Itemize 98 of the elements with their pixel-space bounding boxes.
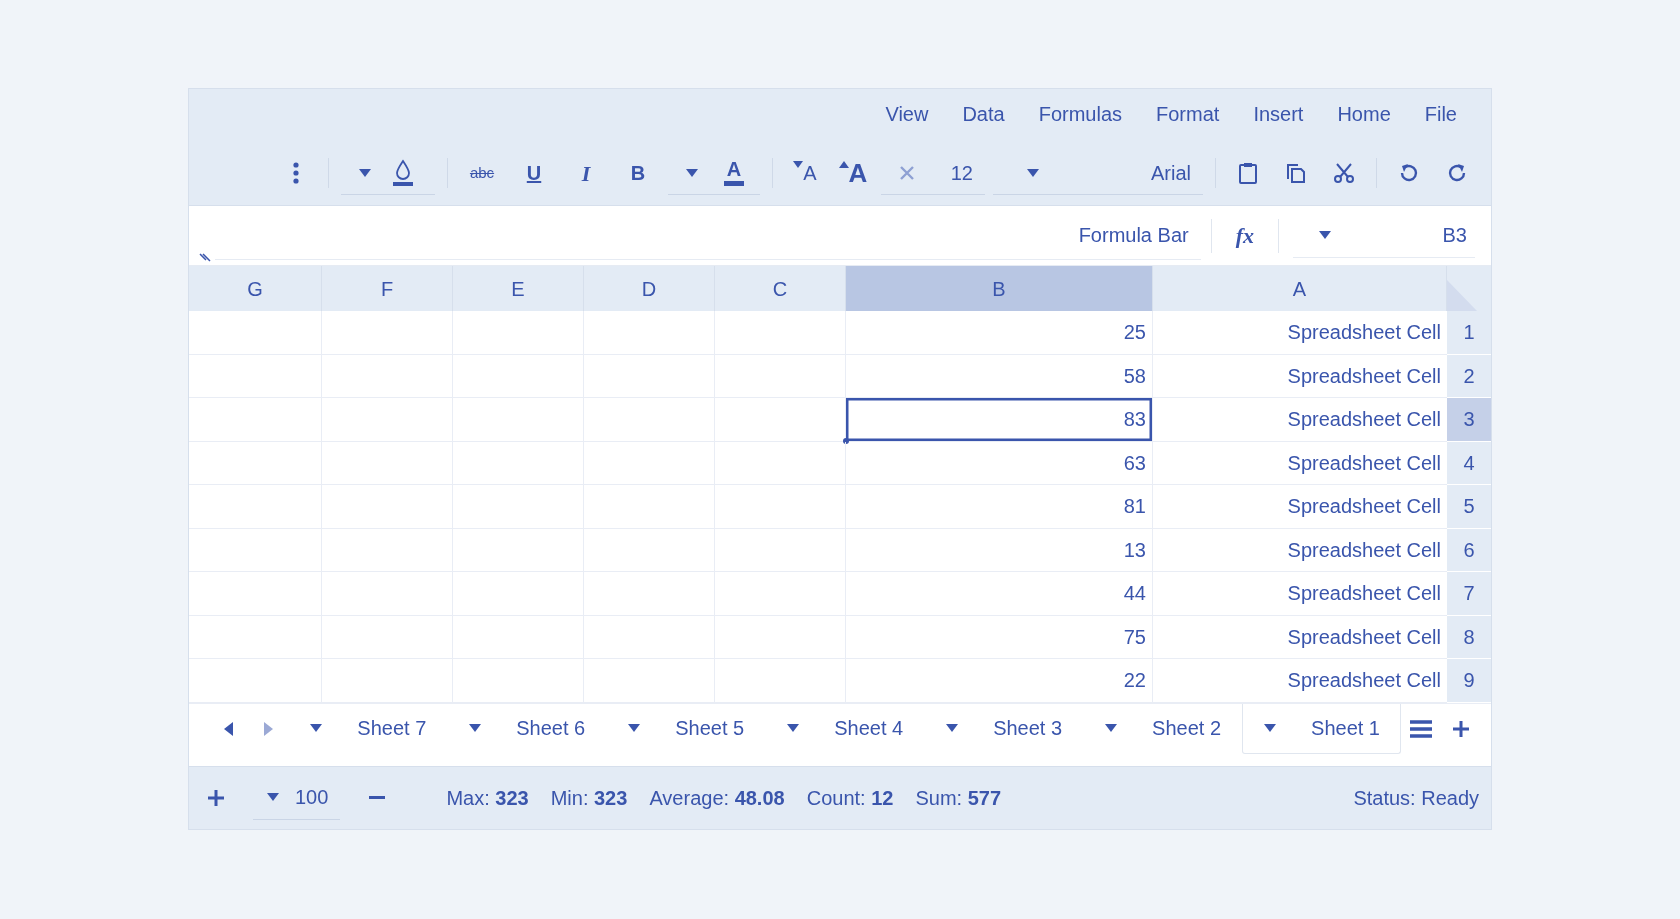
- table-cell[interactable]: [189, 615, 322, 659]
- close-icon: [899, 164, 915, 181]
- table-cell[interactable]: [189, 659, 322, 703]
- table-cell[interactable]: 22: [846, 659, 1153, 703]
- fill-handle[interactable]: [843, 437, 849, 444]
- table-cell[interactable]: [189, 572, 322, 616]
- table-cell[interactable]: [453, 311, 584, 355]
- table-cell[interactable]: [715, 311, 846, 355]
- statistic-text: Sum: 577: [915, 785, 1002, 811]
- copy-icon: [1284, 161, 1308, 185]
- statistic-text: Average: 48.08: [649, 785, 785, 811]
- caret-icon: [627, 723, 642, 733]
- column-header[interactable]: B: [846, 266, 1153, 311]
- caret-icon: [685, 167, 699, 178]
- caret-icon: [1104, 723, 1119, 733]
- table-cell[interactable]: 81: [846, 485, 1153, 529]
- statistic-text: Min: 323: [550, 785, 628, 811]
- minus-icon: [368, 796, 387, 799]
- row-header[interactable]: 8: [1447, 615, 1491, 659]
- row-header[interactable]: 6: [1447, 528, 1491, 572]
- row-header[interactable]: 2: [1447, 354, 1491, 398]
- table-cell[interactable]: 63: [846, 441, 1153, 485]
- down-triangle-icon: [793, 160, 804, 168]
- menu-item[interactable]: Home: [1337, 99, 1391, 141]
- font-name[interactable]: Arial: [1151, 157, 1191, 188]
- plus-icon: [207, 788, 225, 807]
- plus-icon: [1451, 718, 1471, 739]
- caret-icon: [1263, 723, 1278, 733]
- sheet-tab[interactable]: Sheet 1: [1242, 703, 1401, 754]
- menu-icon: [1410, 719, 1432, 738]
- left-triangle-icon: [223, 721, 233, 736]
- scissors-icon: [1332, 161, 1356, 185]
- table-cell[interactable]: 44: [846, 572, 1153, 616]
- column-header[interactable]: D: [584, 266, 715, 311]
- function-label[interactable]: fx: [1221, 219, 1268, 252]
- row-header[interactable]: 5: [1447, 485, 1491, 529]
- droplet-bar-icon: [392, 158, 414, 187]
- table-cell[interactable]: 75: [846, 615, 1153, 659]
- vertical-dots-icon: [293, 162, 299, 184]
- font-color-button[interactable]: A: [722, 152, 746, 193]
- underline-button[interactable]: U: [514, 153, 554, 193]
- menu-item[interactable]: Insert: [1253, 99, 1304, 141]
- table-cell[interactable]: [715, 398, 846, 442]
- menu-item[interactable]: Formulas: [1038, 99, 1123, 141]
- statistic-text: Max: 323: [446, 785, 529, 811]
- column-header[interactable]: G: [189, 266, 322, 311]
- clipboard-icon: [1236, 161, 1260, 185]
- caret-icon: [1026, 167, 1040, 178]
- color-bar: [724, 181, 744, 186]
- table-cell[interactable]: 58: [846, 354, 1153, 398]
- right-triangle-icon: [263, 721, 273, 736]
- column-header[interactable]: A: [1153, 266, 1447, 311]
- menu-item[interactable]: Format: [1156, 99, 1220, 141]
- zoom-value[interactable]: 100: [295, 782, 329, 812]
- statistic-text: Count: 12: [806, 785, 894, 811]
- caret-icon: [1318, 230, 1332, 240]
- table-cell[interactable]: 25: [846, 311, 1153, 355]
- table-cell[interactable]: [322, 311, 453, 355]
- column-header[interactable]: C: [715, 266, 846, 311]
- caret-icon: [358, 167, 372, 178]
- column-header[interactable]: E: [453, 266, 584, 311]
- table-cell[interactable]: [189, 398, 322, 442]
- row-header[interactable]: 1: [1447, 311, 1491, 355]
- font-size-value[interactable]: 12: [950, 157, 973, 188]
- up-triangle-icon: [838, 160, 849, 168]
- caret-icon: [786, 723, 801, 733]
- table-cell[interactable]: [189, 485, 322, 529]
- strikethrough-button[interactable]: abc: [462, 153, 502, 193]
- table-cell[interactable]: 83: [846, 398, 1153, 442]
- status-text: Status: Ready: [1353, 785, 1479, 811]
- menu-item[interactable]: File: [1424, 99, 1457, 141]
- column-header[interactable]: F: [322, 266, 453, 311]
- row-header[interactable]: 9: [1447, 659, 1491, 703]
- table-cell[interactable]: [715, 354, 846, 398]
- table-cell[interactable]: [189, 528, 322, 572]
- menu-item[interactable]: Data: [962, 99, 1005, 141]
- caret-icon: [266, 792, 280, 802]
- table-cell[interactable]: [189, 354, 322, 398]
- bold-button[interactable]: B: [618, 153, 658, 193]
- formula-input[interactable]: Formula Bar: [215, 211, 1201, 260]
- resize-handle-icon: [199, 253, 211, 263]
- select-all-button[interactable]: [1447, 266, 1491, 311]
- decrease-font-button[interactable]: A: [785, 153, 825, 193]
- cell-reference[interactable]: B3: [1442, 220, 1467, 250]
- table-cell[interactable]: [189, 311, 322, 355]
- row-header[interactable]: 4: [1447, 441, 1491, 485]
- row-header[interactable]: 7: [1447, 572, 1491, 616]
- caret-icon: [309, 723, 324, 733]
- table-cell[interactable]: [189, 441, 322, 485]
- table-cell[interactable]: 13: [846, 528, 1153, 572]
- increase-font-button[interactable]: A: [833, 153, 873, 193]
- table-cell[interactable]: [584, 311, 715, 355]
- table-cell[interactable]: [715, 441, 846, 485]
- row-header[interactable]: 3: [1447, 398, 1491, 442]
- menu-item[interactable]: View: [885, 99, 929, 141]
- caret-icon: [468, 723, 483, 733]
- italic-button[interactable]: I: [566, 153, 606, 193]
- caret-icon: [945, 723, 960, 733]
